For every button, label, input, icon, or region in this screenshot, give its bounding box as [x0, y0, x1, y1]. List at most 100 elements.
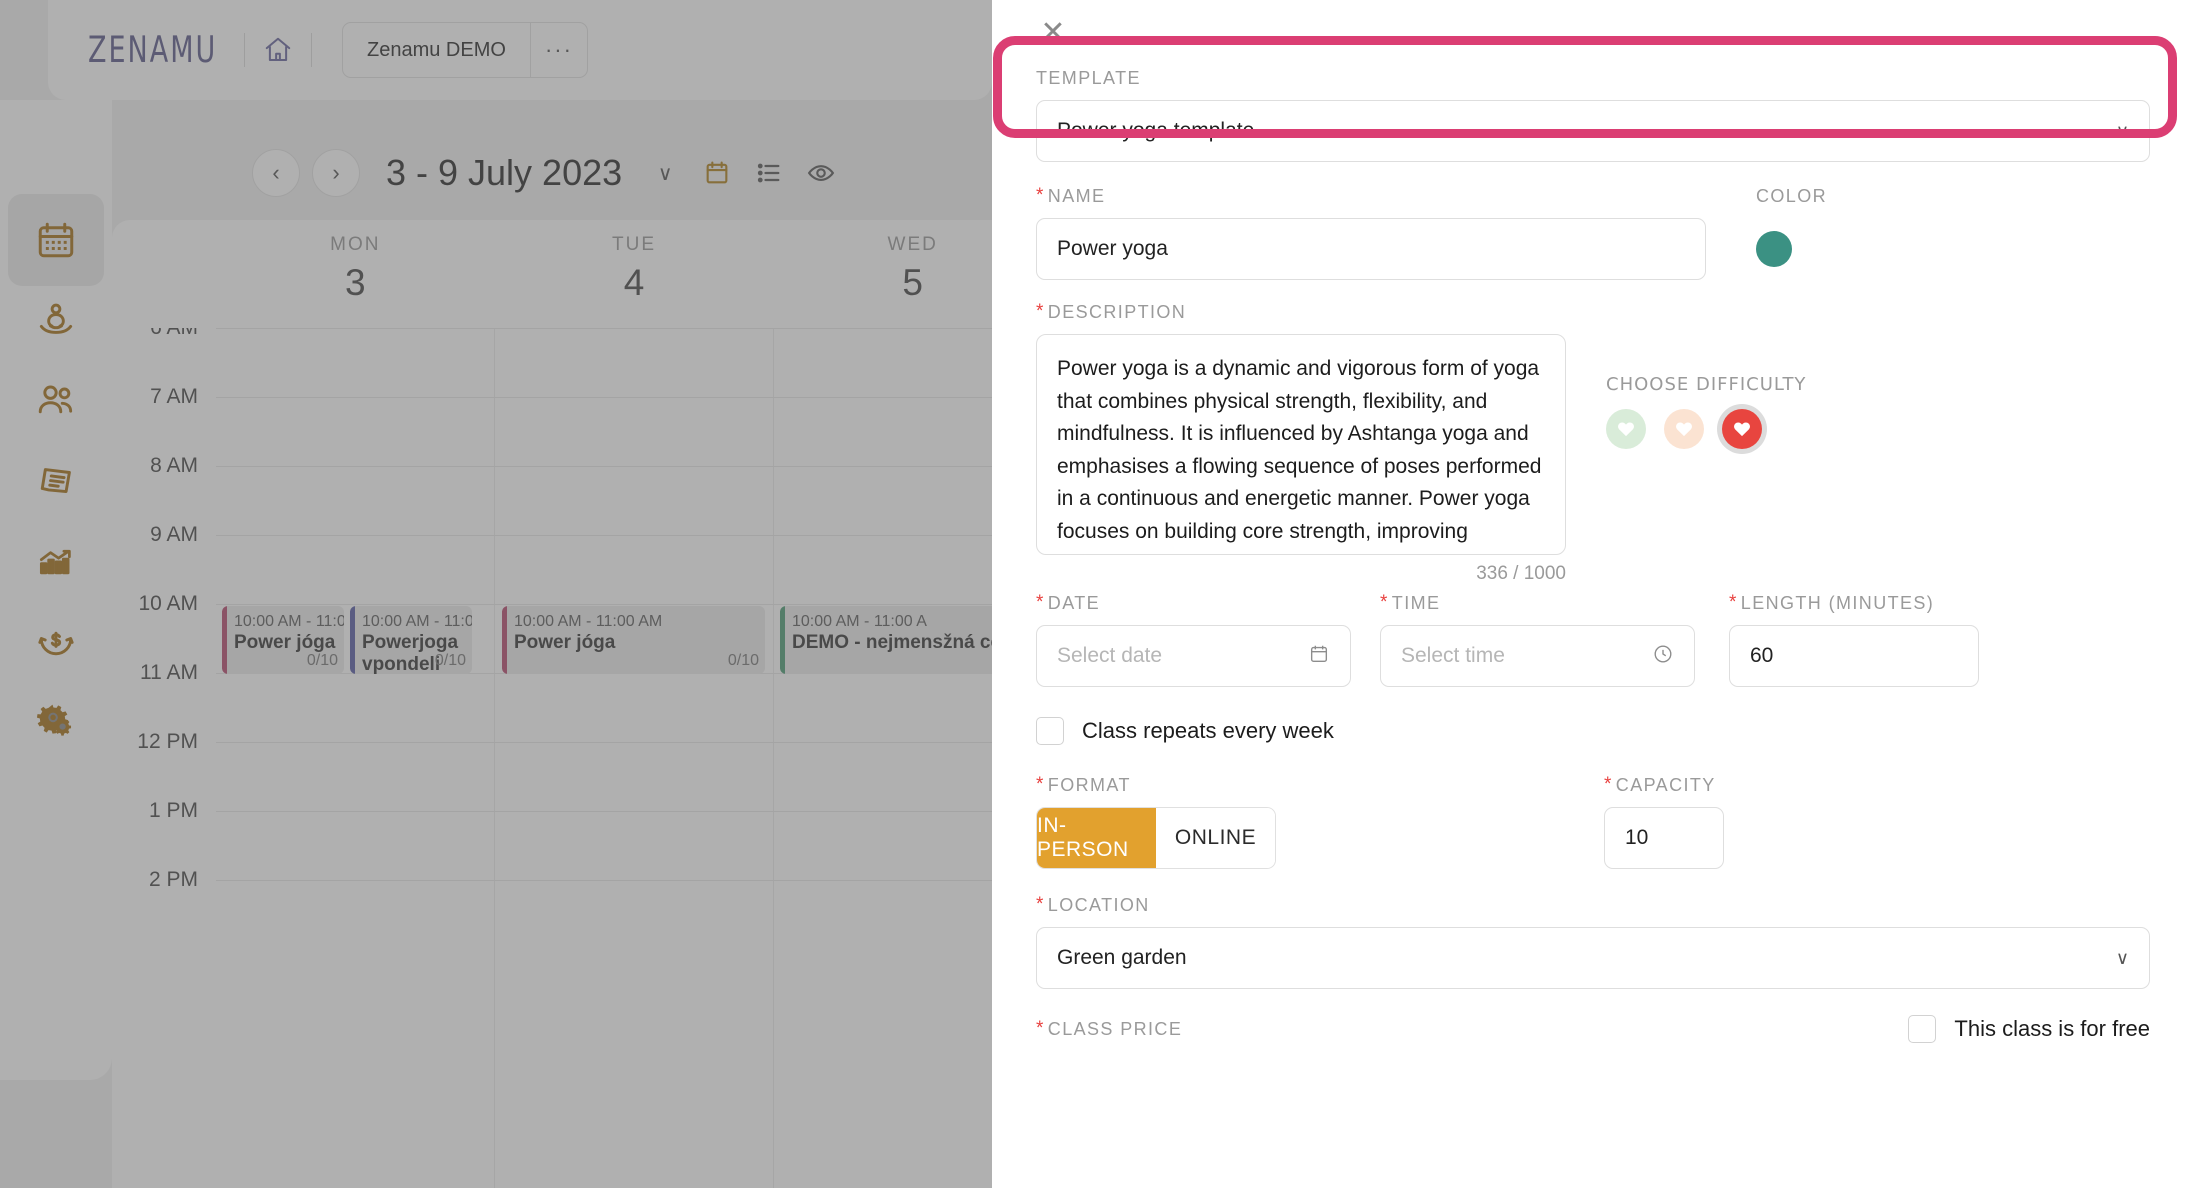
hour-label: 7 AM — [150, 385, 198, 408]
length-input[interactable]: 60 — [1729, 625, 1979, 687]
format-option-in-person[interactable]: IN-PERSON — [1037, 808, 1156, 868]
workspace-selector[interactable]: Zenamu DEMO ··· — [342, 22, 588, 78]
capacity-field: * CAPACITY 10 — [1604, 775, 1724, 869]
description-label: * DESCRIPTION — [1036, 301, 1187, 322]
name-value: Power yoga — [1057, 237, 1168, 260]
format-toggle: IN-PERSON ONLINE — [1036, 807, 1276, 869]
hour-label: 2 PM — [148, 868, 198, 891]
sidebar-item-classes[interactable] — [8, 274, 104, 366]
sidebar-item-settings[interactable] — [8, 674, 104, 766]
day-number: 3 — [345, 262, 366, 303]
difficulty-hard-button[interactable] — [1722, 409, 1762, 449]
app-background: ZENAMU Zenamu DEMO ··· ‹ › 3 - 9 July 20… — [0, 0, 992, 1188]
schedule-row: * DATE Select date * TIME Select time * … — [1036, 593, 2150, 687]
name-input[interactable]: Power yoga — [1036, 218, 1706, 280]
list-view-icon[interactable] — [746, 150, 792, 196]
hour-label: 6 AM — [112, 328, 198, 340]
difficulty-medium-button[interactable] — [1664, 409, 1704, 449]
class-form: TEMPLATE Power yoga template ∨ * NAME Pow… — [992, 0, 2194, 1043]
bar-chart-icon — [34, 538, 78, 582]
day-header-tue: TUE 4 — [495, 220, 774, 328]
yoga-pose-icon — [34, 298, 78, 342]
day-number: 4 — [623, 262, 645, 303]
home-icon[interactable] — [261, 33, 295, 67]
chevron-down-icon: ∨ — [2115, 120, 2129, 141]
repeat-weekly-row[interactable]: Class repeats every week — [1036, 717, 2150, 745]
difficulty-easy-button[interactable] — [1606, 409, 1646, 449]
sidebar-item-invoices[interactable] — [8, 434, 104, 526]
chevron-down-icon: ∨ — [2115, 947, 2129, 968]
repeat-weekly-checkbox[interactable] — [1036, 717, 1064, 745]
calendar-toolbar: ‹ › 3 - 9 July 2023 ∨ — [112, 130, 992, 216]
length-value: 60 — [1750, 644, 1774, 667]
name-field: * NAME Power yoga — [1036, 186, 1706, 280]
hour-label: 9 AM — [150, 523, 198, 546]
format-field: * FORMAT IN-PERSON ONLINE — [1036, 775, 1556, 869]
location-field: * LOCATION Green garden ∨ — [1036, 895, 2150, 989]
event-title: Power jóga — [234, 631, 336, 653]
range-chevron-down-icon[interactable]: ∨ — [642, 150, 688, 196]
format-label: * FORMAT — [1036, 774, 1131, 795]
difficulty-field: CHOOSE DIFFICULTY — [1606, 302, 2150, 449]
name-label: * NAME — [1036, 185, 1106, 206]
hour-label: 8 AM — [150, 454, 198, 477]
day-of-week: TUE — [612, 234, 656, 255]
date-range-label: 3 - 9 July 2023 — [386, 152, 623, 193]
hour-label: 10 AM — [138, 592, 198, 615]
prev-week-button[interactable]: ‹ — [252, 149, 300, 197]
sidebar-item-statistics[interactable] — [8, 514, 104, 606]
template-label: TEMPLATE — [1036, 68, 1141, 88]
color-field: COLOR — [1756, 186, 2006, 280]
calendar-body[interactable]: 6 AM 7 AM 8 AM 9 AM 10 AM 11 AM 12 PM 1 … — [112, 328, 992, 1188]
description-difficulty-row: * DESCRIPTION Power yoga is a dynamic and… — [1036, 302, 2150, 585]
sidebar-item-clients[interactable] — [8, 354, 104, 446]
description-field: * DESCRIPTION Power yoga is a dynamic and… — [1036, 302, 1566, 585]
event-time: 10:00 AM - 11:00 AM — [514, 613, 663, 630]
sidebar-item-payments[interactable] — [8, 594, 104, 686]
format-option-online[interactable]: ONLINE — [1156, 808, 1275, 868]
sidebar-item-calendar[interactable] — [8, 194, 104, 286]
calendar-event[interactable]: 10:00 AM - 11:00 AM Powerjoga vpondeli 0… — [350, 606, 472, 674]
day-of-week: MON — [330, 234, 381, 255]
location-value: Green garden — [1057, 946, 1187, 969]
brand-logo[interactable]: ZENAMU — [88, 29, 228, 71]
time-placeholder: Select time — [1401, 644, 1505, 667]
people-icon — [34, 378, 78, 422]
time-input[interactable]: Select time — [1380, 625, 1695, 687]
event-capacity: 0/10 — [727, 652, 759, 669]
clock-icon — [1652, 643, 1674, 670]
hour-label: 12 PM — [137, 730, 198, 753]
event-time: 10:00 AM - 11:00 A — [792, 613, 927, 630]
calendar-event[interactable]: 10:00 AM - 11:00 A DEMO - nejmensžná cen… — [780, 606, 992, 674]
capacity-input[interactable]: 10 — [1604, 807, 1724, 869]
template-value: Power yoga template — [1057, 119, 1255, 142]
sidebar-nav — [0, 160, 112, 1080]
difficulty-options — [1606, 409, 2150, 449]
day-header-wed: WED 5 — [773, 220, 992, 328]
event-capacity: 0/10 — [434, 652, 466, 669]
location-select[interactable]: Green garden ∨ — [1036, 927, 2150, 989]
name-color-row: * NAME Power yoga COLOR — [1036, 186, 2150, 280]
next-week-button[interactable]: › — [312, 149, 360, 197]
length-label: * LENGTH (MINUTES) — [1729, 592, 1935, 613]
date-input[interactable]: Select date — [1036, 625, 1351, 687]
free-class-label: This class is for free — [1954, 1016, 2150, 1041]
free-class-checkbox[interactable] — [1908, 1015, 1937, 1043]
day-of-week: WED — [887, 234, 938, 255]
description-textarea[interactable]: Power yoga is a dynamic and vigorous for… — [1036, 334, 1566, 555]
template-select[interactable]: Power yoga template ∨ — [1036, 100, 2150, 162]
calendar-event[interactable]: 10:00 AM - 11:00 AM Power jóga 0/10 — [502, 606, 765, 674]
time-gutter — [112, 220, 216, 328]
location-label: * LOCATION — [1036, 894, 1150, 915]
calendar-view-icon[interactable] — [694, 150, 740, 196]
calendar-event[interactable]: 10:00 AM - 11:00 AM Power jóga 0/10 — [222, 606, 344, 674]
hour-label: 1 PM — [148, 799, 198, 822]
workspace-name: Zenamu DEMO — [367, 38, 506, 61]
template-field: TEMPLATE Power yoga template ∨ — [1036, 68, 2150, 162]
description-char-counter: 336 / 1000 — [1476, 563, 1566, 584]
color-swatch[interactable] — [1756, 231, 1792, 267]
event-time: 10:00 AM - 11:00 AM — [234, 613, 344, 630]
time-label: * TIME — [1380, 592, 1441, 613]
eye-preview-icon[interactable] — [798, 150, 844, 196]
workspace-more-icon[interactable]: ··· — [531, 22, 587, 78]
